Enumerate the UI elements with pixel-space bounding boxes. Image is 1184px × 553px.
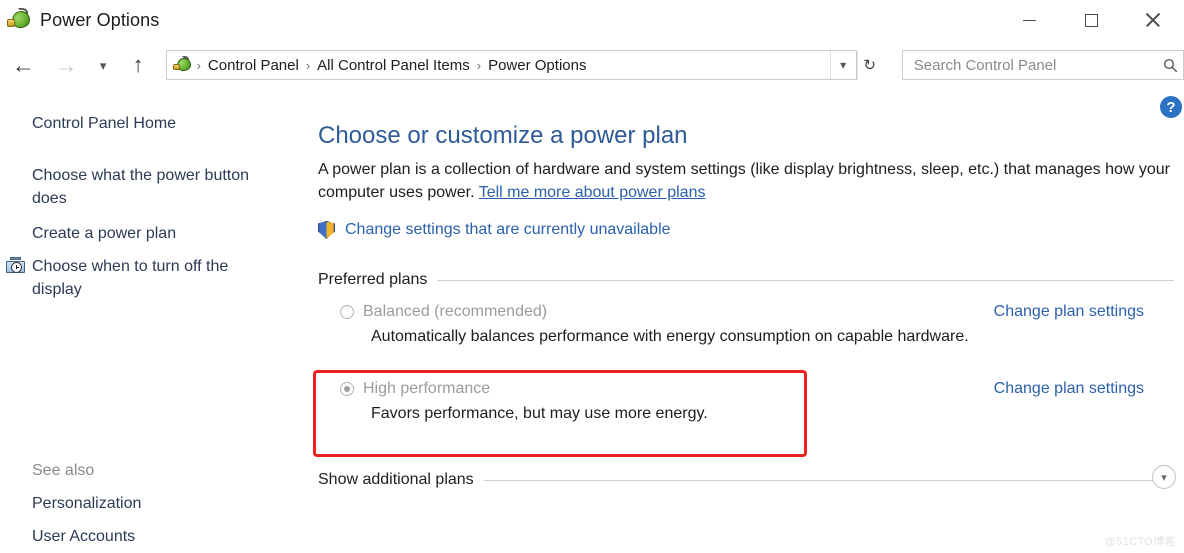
breadcrumb-item-control-panel[interactable]: Control Panel <box>203 55 304 76</box>
back-arrow-icon[interactable]: ← <box>6 47 41 83</box>
sidebar-item-choose-power-button[interactable]: Choose what the power button does <box>32 165 282 210</box>
breadcrumb-separator: › <box>305 57 311 73</box>
change-plan-settings-high-performance[interactable]: Change plan settings <box>994 380 1144 398</box>
main-content: Choose or customize a power plan A power… <box>312 95 1184 553</box>
maximize-icon <box>1084 13 1098 27</box>
plan-description-balanced: Automatically balances performance with … <box>371 328 969 345</box>
change-unavailable-settings-row[interactable]: Change settings that are currently unava… <box>318 221 671 239</box>
page-title: Choose or customize a power plan <box>318 122 688 149</box>
search-input[interactable] <box>911 55 1158 75</box>
divider-rule <box>437 279 1174 281</box>
sidebar-item-control-panel-home[interactable]: Control Panel Home <box>32 113 176 136</box>
forward-arrow-icon[interactable]: → <box>49 47 84 83</box>
search-box[interactable] <box>901 50 1184 80</box>
additional-plans-heading-row[interactable]: Show additional plans <box>318 471 1174 489</box>
sidebar-item-choose-turn-off-display[interactable]: Choose when to turn off the display <box>32 256 282 301</box>
intro-paragraph: A power plan is a collection of hardware… <box>318 159 1174 204</box>
minimize-button[interactable] <box>998 0 1060 40</box>
plan-item-high-performance[interactable]: High performance Change plan settings Fa… <box>318 380 1174 423</box>
divider-rule <box>483 479 1174 481</box>
sidebar-item-personalization[interactable]: Personalization <box>32 493 141 516</box>
sidebar-item-create-power-plan[interactable]: Create a power plan <box>32 223 176 246</box>
shield-icon <box>318 221 335 239</box>
breadcrumb-separator: › <box>476 57 482 73</box>
sidebar: Control Panel Home Choose what the power… <box>0 95 312 553</box>
address-bar[interactable]: › Control Panel › All Control Panel Item… <box>165 50 857 80</box>
breadcrumb: › Control Panel › All Control Panel Item… <box>195 55 830 76</box>
plan-name-high-performance: High performance <box>363 380 491 397</box>
window-titlebar: Power Options <box>0 0 1184 40</box>
refresh-icon[interactable]: ↻ <box>856 51 882 79</box>
search-icon[interactable] <box>1157 58 1183 73</box>
change-unavailable-settings-link[interactable]: Change settings that are currently unava… <box>345 221 671 239</box>
watermark: @51CTO博客 <box>1104 536 1176 548</box>
shield-icon <box>6 225 25 244</box>
maximize-button[interactable] <box>1060 0 1122 40</box>
power-plug-icon <box>6 7 32 33</box>
plan-description-high-performance: Favors performance, but may use more ene… <box>371 405 708 422</box>
show-additional-plans-label[interactable]: Show additional plans <box>318 471 484 489</box>
tell-me-more-link[interactable]: Tell me more about power plans <box>479 184 706 201</box>
change-plan-settings-balanced[interactable]: Change plan settings <box>994 303 1144 321</box>
preferred-plans-heading: Preferred plans <box>318 271 428 288</box>
navigation-bar: ← → ▾ ↑ › Control Panel › All Control Pa… <box>0 40 1184 90</box>
radio-balanced[interactable] <box>340 305 354 319</box>
radio-high-performance[interactable] <box>340 382 354 396</box>
window-title: Power Options <box>40 9 160 30</box>
sidebar-item-user-accounts[interactable]: User Accounts <box>32 526 135 549</box>
recent-locations-chevron-icon[interactable]: ▾ <box>92 47 115 83</box>
breadcrumb-item-power-options[interactable]: Power Options <box>483 55 591 76</box>
chevron-down-circle-icon[interactable]: ▾ <box>1152 465 1176 489</box>
minimize-icon <box>1022 19 1036 21</box>
close-icon <box>1144 11 1162 29</box>
up-arrow-icon[interactable]: ↑ <box>121 47 156 83</box>
close-button[interactable] <box>1122 0 1184 40</box>
preferred-plans-heading-row: Preferred plans <box>318 271 1174 289</box>
breadcrumb-item-all-control-panel-items[interactable]: All Control Panel Items <box>312 55 475 76</box>
plan-item-balanced[interactable]: Balanced (recommended) Change plan setti… <box>318 303 1174 346</box>
breadcrumb-separator: › <box>196 57 201 73</box>
monitor-clock-icon <box>6 257 25 279</box>
see-also-heading: See also <box>32 462 95 479</box>
plan-name-balanced: Balanced (recommended) <box>363 303 548 320</box>
window-controls <box>998 0 1184 40</box>
chevron-down-icon[interactable]: ▾ <box>829 51 856 79</box>
power-plug-icon <box>172 55 193 75</box>
intro-text: A power plan is a collection of hardware… <box>318 161 1170 201</box>
